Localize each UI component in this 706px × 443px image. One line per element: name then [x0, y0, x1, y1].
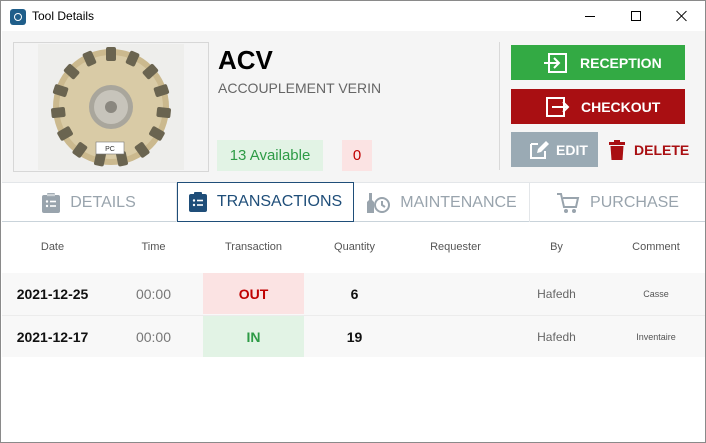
- tool-photo-frame: PC: [13, 42, 209, 172]
- sign-in-icon: [544, 53, 568, 73]
- checkout-label: CHECKOUT: [581, 99, 661, 115]
- maximize-button[interactable]: [613, 1, 659, 31]
- table-row[interactable]: 2021-12-17 00:00 IN 19 Hafedh Inventaire: [2, 315, 705, 357]
- clipboard-list-icon: [42, 192, 61, 213]
- cell-requester: [405, 273, 506, 314]
- cell-quantity: 19: [346, 328, 363, 345]
- cart-icon: [556, 192, 580, 214]
- tab-bar: DETAILS TRANSACTIONS MAINTENANCE PURCHAS…: [2, 182, 705, 222]
- reception-label: RECEPTION: [580, 55, 662, 71]
- cell-transaction: IN: [203, 316, 304, 357]
- minimize-button[interactable]: [567, 1, 613, 31]
- cell-comment: Casse: [643, 288, 669, 299]
- cell-requester: [405, 316, 506, 357]
- out-count-badge: 0: [342, 140, 372, 171]
- cell-by: Hafedh: [537, 286, 576, 301]
- tab-details-label: DETAILS: [70, 193, 136, 211]
- tab-purchase[interactable]: PURCHASE: [529, 182, 705, 222]
- header-time: Time: [141, 241, 166, 253]
- tool-code: ACV: [218, 45, 273, 75]
- close-icon: [676, 10, 688, 22]
- edit-label: EDIT: [556, 142, 588, 158]
- cell-comment: Inventaire: [636, 331, 676, 342]
- tab-maintenance[interactable]: MAINTENANCE: [354, 182, 529, 222]
- cell-by: Hafedh: [537, 329, 576, 344]
- table-header: Date Time Transaction Quantity Requester…: [2, 223, 705, 273]
- header-divider: [499, 42, 500, 170]
- cell-date: 2021-12-25: [16, 285, 89, 302]
- cell-transaction: OUT: [203, 273, 304, 314]
- tool-description: ACCOUPLEMENT VERIN: [218, 80, 382, 96]
- available-badge: 13 Available: [217, 140, 323, 171]
- cell-time: 00:00: [135, 328, 172, 345]
- tab-transactions-label: TRANSACTIONS: [216, 193, 343, 210]
- tool-header: PC ACV ACCOUPLEMENT VERIN 13 Available 0…: [2, 31, 705, 182]
- title-bar: Tool Details: [1, 1, 705, 31]
- header-requester: Requester: [430, 241, 481, 253]
- tab-purchase-label: PURCHASE: [590, 193, 679, 211]
- maximize-icon: [631, 11, 641, 21]
- app-icon: [10, 9, 26, 25]
- cell-quantity: 6: [350, 285, 359, 302]
- edit-icon: [528, 140, 550, 160]
- checkout-button[interactable]: CHECKOUT: [511, 89, 685, 124]
- delete-label: DELETE: [634, 142, 690, 158]
- header-transaction: Transaction: [224, 241, 283, 253]
- cell-time: 00:00: [135, 285, 172, 302]
- close-button[interactable]: [659, 1, 705, 31]
- delete-button[interactable]: DELETE: [601, 132, 691, 167]
- clipboard-list-icon: [188, 192, 207, 212]
- tools-clock-icon: [366, 192, 391, 214]
- header-comment: Comment: [632, 241, 680, 253]
- window-title: Tool Details: [32, 9, 95, 23]
- edit-button[interactable]: EDIT: [511, 132, 598, 167]
- photo-label: PC: [105, 146, 115, 153]
- table-row[interactable]: 2021-12-25 00:00 OUT 6 Hafedh Casse: [2, 273, 705, 315]
- header-by: By: [550, 241, 563, 253]
- tab-maintenance-label: MAINTENANCE: [400, 193, 517, 211]
- tab-transactions[interactable]: TRANSACTIONS: [177, 182, 354, 222]
- header-quantity: Quantity: [334, 241, 375, 253]
- sign-out-icon: [546, 97, 570, 117]
- reception-button[interactable]: RECEPTION: [511, 45, 685, 80]
- header-date: Date: [40, 241, 65, 253]
- tool-photo: PC: [38, 44, 184, 170]
- minimize-icon: [585, 15, 595, 17]
- trash-icon: [609, 140, 625, 160]
- cell-date: 2021-12-17: [16, 328, 89, 345]
- tool-details-window: Tool Details PC ACV ACCOUPLEMENT VERIN 1…: [0, 0, 706, 443]
- tab-details[interactable]: DETAILS: [2, 182, 177, 222]
